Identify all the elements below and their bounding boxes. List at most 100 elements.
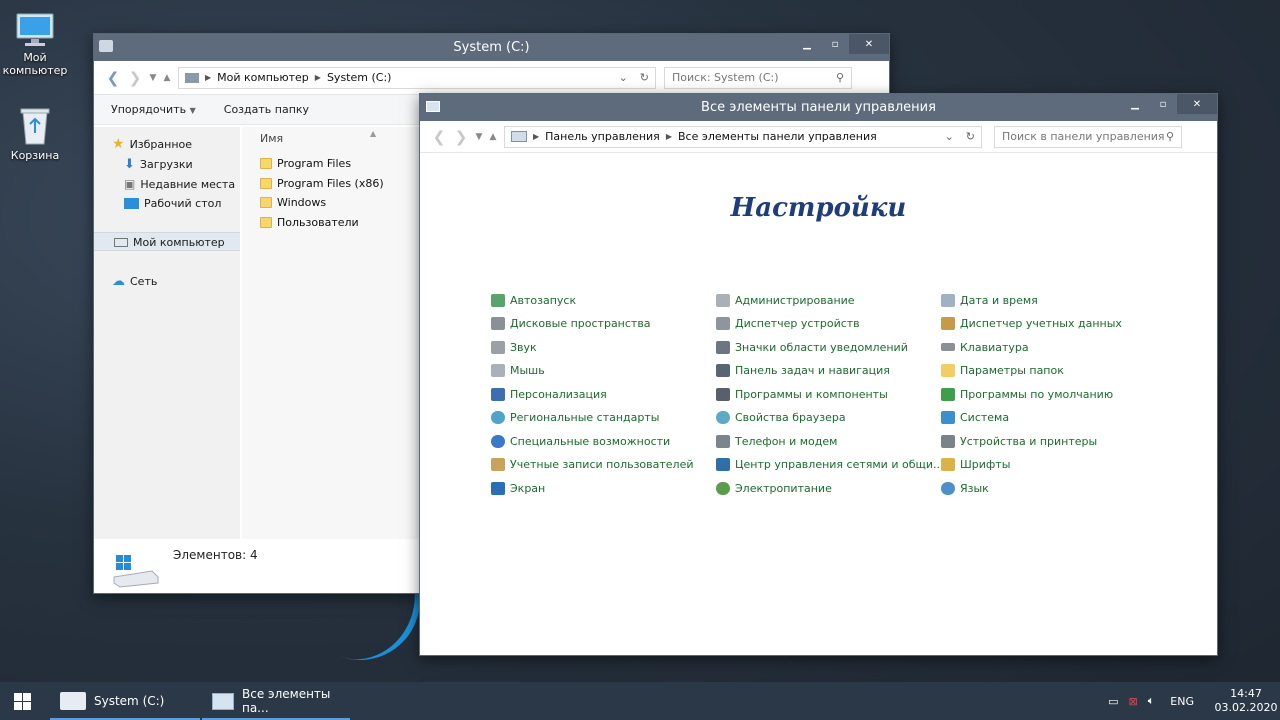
chevron-down-icon[interactable]: ⌄ bbox=[945, 130, 954, 143]
globe-icon bbox=[491, 410, 505, 424]
cpl-phone-modem[interactable]: Телефон и модем bbox=[716, 433, 837, 449]
desktop-icon-computer[interactable]: Мой компьютер bbox=[0, 12, 70, 77]
cpl-administration[interactable]: Администрирование bbox=[716, 292, 855, 308]
cpl-language[interactable]: Язык bbox=[941, 480, 989, 496]
cpl-notification-icons[interactable]: Значки области уведомлений bbox=[716, 339, 908, 355]
system-icon bbox=[941, 410, 955, 424]
notification-area-icon bbox=[716, 340, 730, 354]
programs-icon bbox=[716, 387, 730, 401]
cpl-accessibility[interactable]: Специальные возможности bbox=[491, 433, 670, 449]
cpl-fonts[interactable]: Шрифты bbox=[941, 456, 1010, 472]
cpl-keyboard[interactable]: Клавиатура bbox=[941, 339, 1029, 355]
chevron-down-icon[interactable]: ⌄ bbox=[619, 71, 628, 84]
file-item[interactable]: Пользователи bbox=[260, 216, 359, 229]
phone-icon bbox=[716, 434, 730, 448]
up-button[interactable]: ▲ bbox=[160, 73, 174, 83]
search-input[interactable]: Поиск в панели управления ⚲ bbox=[994, 125, 1182, 148]
cpl-autorun[interactable]: Автозапуск bbox=[491, 292, 576, 308]
forward-button[interactable]: ❯ bbox=[450, 128, 472, 146]
cpl-date-time[interactable]: Дата и время bbox=[941, 292, 1038, 308]
back-button[interactable]: ❮ bbox=[102, 69, 124, 87]
file-item[interactable]: Program Files bbox=[260, 157, 351, 170]
cpl-folder-options[interactable]: Параметры папок bbox=[941, 362, 1064, 378]
cpl-power[interactable]: Электропитание bbox=[716, 480, 832, 496]
cpl-taskbar[interactable]: Панель задач и навигация bbox=[716, 362, 890, 378]
breadcrumb-arrow-icon: ▶ bbox=[533, 132, 540, 141]
minimize-button[interactable]: ▁ bbox=[793, 34, 821, 54]
nav-item-downloads[interactable]: ⬇ Загрузки bbox=[124, 155, 193, 173]
file-item[interactable]: Program Files (x86) bbox=[260, 177, 384, 190]
volume-icon[interactable]: 🔈︎ bbox=[1148, 694, 1155, 708]
battery-icon[interactable]: ▭ bbox=[1108, 695, 1118, 708]
clock[interactable]: 14:47 03.02.2020 bbox=[1212, 687, 1280, 715]
cpl-network-center[interactable]: Центр управления сетями и общи... bbox=[716, 456, 944, 472]
nav-item-recent[interactable]: ▣ Недавние места bbox=[124, 175, 235, 193]
address-bar[interactable]: ▶ Мой компьютер ▶ System (C:) ⌄ ↻ bbox=[178, 66, 656, 89]
breadcrumb-root[interactable]: Мой компьютер bbox=[217, 71, 309, 84]
address-bar[interactable]: ▶ Панель управления ▶ Все элементы панел… bbox=[504, 125, 982, 148]
language-indicator[interactable]: ENG bbox=[1170, 695, 1194, 708]
desktop-icon-recycle-bin[interactable]: Корзина bbox=[0, 106, 70, 162]
file-item[interactable]: Windows bbox=[260, 196, 326, 209]
network-disconnected-icon[interactable]: ⊠ bbox=[1128, 695, 1137, 708]
cpl-devices-printers[interactable]: Устройства и принтеры bbox=[941, 433, 1097, 449]
cpl-sound[interactable]: Звук bbox=[491, 339, 537, 355]
nav-item-computer[interactable]: Мой компьютер bbox=[114, 233, 225, 251]
breadcrumb-current[interactable]: System (C:) bbox=[327, 71, 392, 84]
cpl-storage-spaces[interactable]: Дисковые пространства bbox=[491, 315, 651, 331]
refresh-icon[interactable]: ↻ bbox=[640, 71, 649, 84]
recent-locations-button[interactable]: ▼ bbox=[472, 132, 486, 142]
computer-icon bbox=[16, 13, 54, 46]
column-header-name[interactable]: Имя bbox=[260, 132, 283, 145]
maximize-button[interactable]: ▫ bbox=[821, 34, 849, 54]
cpl-region[interactable]: Региональные стандарты bbox=[491, 409, 659, 425]
minimize-button[interactable]: ▁ bbox=[1121, 94, 1149, 114]
cpl-programs[interactable]: Программы и компоненты bbox=[716, 386, 888, 402]
start-button[interactable] bbox=[14, 693, 31, 710]
cpl-internet-options[interactable]: Свойства браузера bbox=[716, 409, 846, 425]
search-icon: ⚲ bbox=[1165, 130, 1174, 143]
taskbar-item-explorer[interactable]: System (C:) bbox=[50, 682, 200, 720]
back-button[interactable]: ❮ bbox=[428, 128, 450, 146]
drive-icon bbox=[60, 692, 86, 710]
control-panel-window[interactable]: Все элементы панели управления ▁ ▫ ✕ ❮ ❯… bbox=[419, 93, 1218, 656]
cpl-display[interactable]: Экран bbox=[491, 480, 545, 496]
taskbar: System (C:) Все элементы па... ▭ ⊠ 🔈︎ EN… bbox=[0, 682, 1280, 720]
breadcrumb-current[interactable]: Все элементы панели управления bbox=[678, 130, 877, 143]
users-icon bbox=[491, 457, 505, 471]
chevron-down-icon: ▼ bbox=[189, 106, 196, 115]
windows-logo-icon bbox=[14, 693, 31, 710]
cpl-default-programs[interactable]: Программы по умолчанию bbox=[941, 386, 1113, 402]
nav-item-desktop[interactable]: Рабочий стол bbox=[124, 194, 221, 212]
explorer-titlebar[interactable]: System (C:) ▁ ▫ ✕ bbox=[94, 34, 889, 61]
control-panel-titlebar[interactable]: Все элементы панели управления ▁ ▫ ✕ bbox=[420, 94, 1217, 121]
new-folder-button[interactable]: Создать папку bbox=[224, 103, 309, 116]
cpl-credential-manager[interactable]: Диспетчер учетных данных bbox=[941, 315, 1122, 331]
up-button[interactable]: ▲ bbox=[486, 132, 500, 142]
cpl-user-accounts[interactable]: Учетные записи пользователей bbox=[491, 456, 694, 472]
forward-button[interactable]: ❯ bbox=[124, 69, 146, 87]
taskbar-item-control-panel[interactable]: Все элементы па... bbox=[202, 682, 350, 720]
breadcrumb-root[interactable]: Панель управления bbox=[545, 130, 660, 143]
mouse-icon bbox=[491, 363, 505, 377]
recent-locations-button[interactable]: ▼ bbox=[146, 73, 160, 83]
cpl-mouse[interactable]: Мышь bbox=[491, 362, 545, 378]
organize-button[interactable]: Упорядочить ▼ bbox=[111, 103, 196, 116]
cpl-system[interactable]: Система bbox=[941, 409, 1009, 425]
folder-options-icon bbox=[941, 363, 955, 377]
credentials-icon bbox=[941, 316, 955, 330]
breadcrumb-arrow-icon: ▶ bbox=[205, 73, 212, 82]
network-icon: ☁ bbox=[112, 273, 125, 289]
nav-item-network[interactable]: ☁ Сеть bbox=[112, 272, 157, 290]
refresh-icon[interactable]: ↻ bbox=[966, 130, 975, 143]
cpl-personalization[interactable]: Персонализация bbox=[491, 386, 607, 402]
search-placeholder: Поиск в панели управления bbox=[1002, 130, 1165, 143]
maximize-button[interactable]: ▫ bbox=[1149, 94, 1177, 114]
close-button[interactable]: ✕ bbox=[1177, 94, 1217, 114]
search-input[interactable]: Поиск: System (C:) ⚲ bbox=[664, 66, 852, 89]
close-button[interactable]: ✕ bbox=[849, 34, 889, 54]
nav-item-favorites[interactable]: ★ Избранное bbox=[112, 135, 192, 153]
cpl-device-manager[interactable]: Диспетчер устройств bbox=[716, 315, 860, 331]
item-count: Элементов: 4 bbox=[173, 548, 258, 562]
language-icon bbox=[941, 481, 955, 495]
